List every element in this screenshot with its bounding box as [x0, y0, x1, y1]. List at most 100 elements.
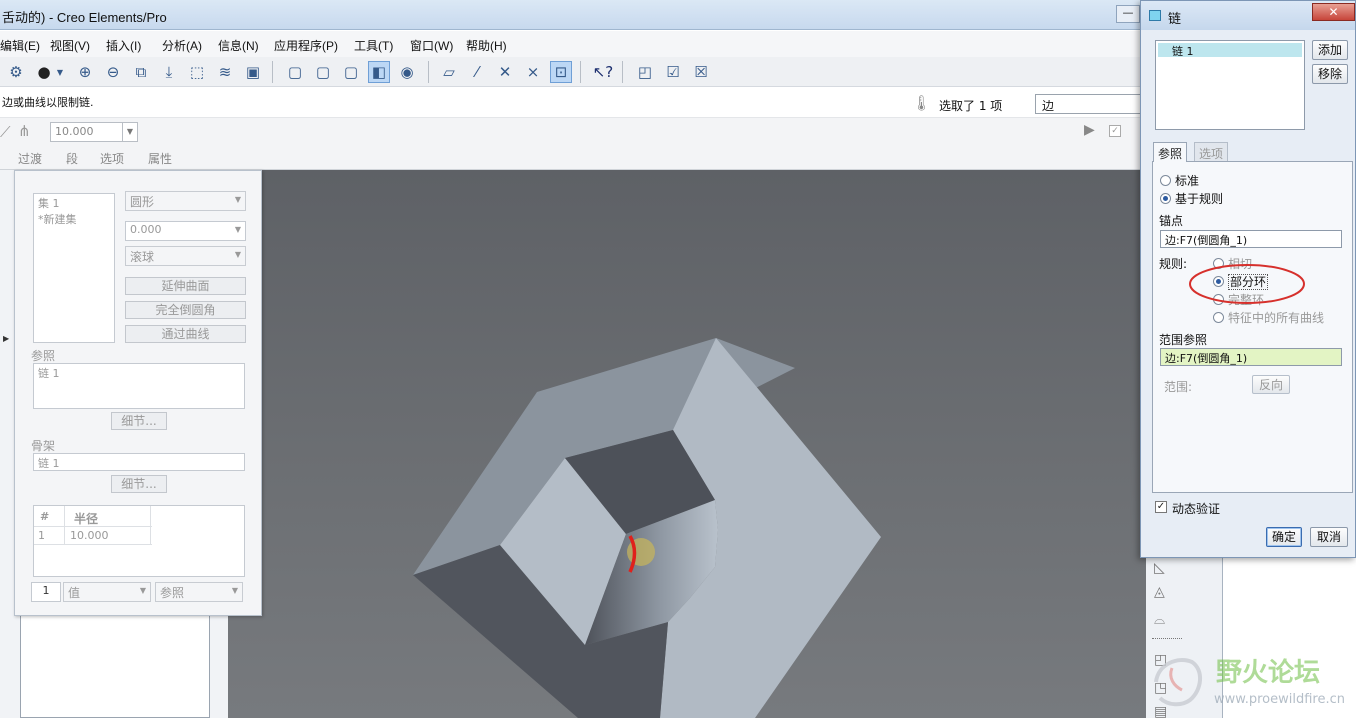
menubar: 编辑(E) 视图(V) 插入(I) 分析(A) 信息(N) 应用程序(P) 工具…: [0, 31, 1145, 57]
window-icon[interactable]: ◰: [634, 61, 656, 83]
through-curve-button[interactable]: 通过曲线: [125, 325, 246, 343]
radius-input[interactable]: 10.000 ▼: [50, 122, 138, 142]
menu-help[interactable]: 帮助(H): [466, 37, 507, 54]
radius-table[interactable]: # 半径 1 10.000: [33, 505, 245, 577]
hidden-line-icon[interactable]: ▢: [312, 61, 334, 83]
tab-pieces[interactable]: 段: [66, 150, 78, 167]
tab-transitions[interactable]: 过渡: [18, 150, 42, 167]
references-collector[interactable]: 链 1: [33, 363, 245, 409]
menu-info[interactable]: 信息(N): [218, 37, 259, 54]
close-button[interactable]: ✕: [1312, 3, 1355, 21]
radio-standard[interactable]: 标准: [1160, 172, 1199, 189]
part-model: [413, 338, 881, 718]
method-select[interactable]: 滚球 ▼: [125, 246, 246, 266]
sketch-icon[interactable]: ⌓: [1154, 612, 1165, 628]
range-reference-field[interactable]: 边:F7(倒圆角_1): [1160, 348, 1342, 366]
full-round-button[interactable]: 完全倒圆角: [125, 301, 246, 319]
appearance-icon[interactable]: ◉: [396, 61, 418, 83]
shape-select[interactable]: 圆形 ▼: [125, 191, 246, 211]
datum-point-icon[interactable]: ✕: [494, 61, 516, 83]
setup-icon[interactable]: ▣: [242, 61, 264, 83]
radius-index-field[interactable]: 1: [31, 582, 61, 602]
close-window-icon[interactable]: ☒: [690, 61, 712, 83]
table-cell-radius[interactable]: 10.000: [70, 529, 109, 542]
add-chain-button[interactable]: 添加: [1312, 40, 1348, 60]
tab-properties[interactable]: 属性: [148, 150, 172, 167]
regenerate-icon[interactable]: ⚙: [5, 61, 27, 83]
chain-list-item[interactable]: 链 1: [1158, 43, 1302, 58]
preview-checkbox[interactable]: ✓: [1109, 125, 1121, 137]
table-cell-index[interactable]: 1: [38, 529, 45, 542]
tab-options[interactable]: 选项: [1194, 142, 1229, 162]
radio-rule-based[interactable]: 基于规则: [1160, 190, 1223, 207]
menu-edit[interactable]: 编辑(E): [0, 37, 40, 54]
menu-tools[interactable]: 工具(T): [354, 37, 393, 54]
extend-surfaces-button[interactable]: 延伸曲面: [125, 277, 246, 295]
menu-analysis[interactable]: 分析(A): [162, 37, 202, 54]
menu-view[interactable]: 视图(V): [50, 37, 90, 54]
menu-insert[interactable]: 插入(I): [106, 37, 141, 54]
refit-icon[interactable]: ⧉: [130, 61, 152, 83]
transition-mode-icon[interactable]: ⋔: [18, 122, 31, 140]
forum-watermark: 野火论坛 www.proewildfire.cn: [1148, 648, 1356, 718]
context-help-icon[interactable]: ↖?: [592, 61, 614, 83]
coordinate-system-icon[interactable]: ⨯: [522, 61, 544, 83]
shape-select-value: 圆形: [130, 195, 155, 209]
annotation-display-icon[interactable]: ⊡: [550, 61, 572, 83]
annotation-circle: [1189, 264, 1305, 304]
menu-applications[interactable]: 应用程序(P): [274, 37, 338, 54]
remove-chain-button[interactable]: 移除: [1312, 64, 1348, 84]
tab-references[interactable]: 参照: [1153, 142, 1188, 162]
reverse-button[interactable]: 反向: [1252, 375, 1290, 394]
chevron-down-icon: ▼: [234, 225, 241, 234]
minimize-button[interactable]: —: [1116, 5, 1140, 23]
chain-list[interactable]: 链 1: [1155, 40, 1305, 130]
play-icon[interactable]: ▶: [1084, 122, 1095, 138]
radio-all-curves-indicator[interactable]: [1213, 312, 1224, 323]
set-mode-icon[interactable]: ⟋: [0, 123, 11, 141]
radio-all-curves[interactable]: 特征中的所有曲线: [1213, 309, 1324, 326]
layers-icon[interactable]: ≋: [214, 61, 236, 83]
spine-details-button[interactable]: 细节...: [111, 475, 167, 493]
feature-icon[interactable]: ◺: [1154, 560, 1165, 576]
message-area: 边或曲线以限制链. 🌡 选取了 1 项 边: [0, 88, 1145, 118]
expand-navigator-icon[interactable]: ▶: [3, 334, 9, 343]
selection-filter[interactable]: 边: [1035, 94, 1145, 114]
references-details-button[interactable]: 细节...: [111, 412, 167, 430]
datum-plane-icon[interactable]: ▱: [438, 61, 460, 83]
saved-views-icon[interactable]: ⬚: [186, 61, 208, 83]
ok-button[interactable]: 确定: [1266, 527, 1302, 547]
watermark-name: 野火论坛: [1216, 658, 1321, 688]
activate-window-icon[interactable]: ☑: [662, 61, 684, 83]
references-label: 参照: [31, 349, 56, 363]
reorient-icon[interactable]: ⤓: [158, 61, 180, 83]
value-type-select[interactable]: 值 ▼: [63, 582, 151, 602]
no-hidden-icon[interactable]: ▢: [340, 61, 362, 83]
graphics-viewport[interactable]: [228, 170, 1148, 718]
radio-rule-based-indicator[interactable]: [1160, 193, 1171, 204]
tab-options[interactable]: 选项: [100, 150, 124, 167]
menu-window[interactable]: 窗口(W): [410, 37, 453, 54]
model-tree-pane[interactable]: [20, 610, 210, 718]
shading-icon[interactable]: ●: [33, 61, 55, 83]
anchor-field[interactable]: 边:F7(倒圆角_1): [1160, 230, 1342, 248]
surface-icon[interactable]: ◬: [1154, 584, 1165, 600]
shaded-icon[interactable]: ◧: [368, 61, 390, 83]
dynamic-validate-checkbox[interactable]: ✓: [1155, 501, 1167, 513]
datum-axis-icon[interactable]: ⁄: [466, 61, 488, 83]
zoom-in-icon[interactable]: ⊕: [74, 61, 96, 83]
radio-standard-indicator[interactable]: [1160, 175, 1171, 186]
zoom-out-icon[interactable]: ⊖: [102, 61, 124, 83]
chevron-down-icon[interactable]: ▼: [122, 123, 137, 141]
set-item[interactable]: 集 1: [38, 195, 110, 211]
value-input[interactable]: 0.000 ▼: [125, 221, 246, 241]
new-set-item[interactable]: *新建集: [38, 211, 110, 227]
spine-collector[interactable]: 链 1: [33, 453, 245, 471]
toolbar-separator: [622, 61, 623, 83]
cancel-button[interactable]: 取消: [1310, 527, 1348, 547]
sets-list[interactable]: 集 1 *新建集: [33, 193, 115, 343]
chevron-down-icon[interactable]: ▼: [54, 61, 66, 83]
reference-type-select[interactable]: 参照 ▼: [155, 582, 243, 602]
wireframe-icon[interactable]: ▢: [284, 61, 306, 83]
chain-dialog: 链 ✕ 链 1 添加 移除 参照 选项 标准 基于规则 锚点 边:F7(倒圆角_…: [1140, 0, 1356, 558]
